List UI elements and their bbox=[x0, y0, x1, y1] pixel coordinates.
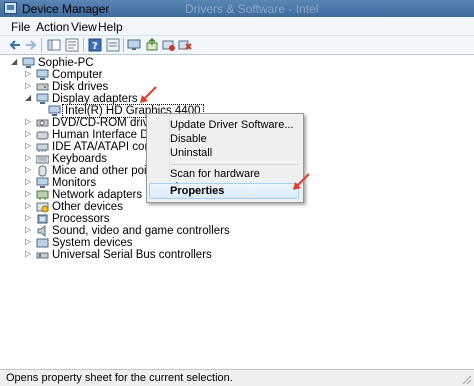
collapse-triangle-icon[interactable]: ◢ bbox=[11, 58, 19, 66]
annotation-arrow-icon bbox=[293, 173, 310, 190]
tree-item-label: Other devices bbox=[52, 201, 123, 213]
processor-icon bbox=[37, 214, 48, 224]
ide-controller-icon bbox=[36, 143, 49, 152]
sound-icon bbox=[37, 225, 46, 237]
status-bar: Opens property sheet for the current sel… bbox=[0, 369, 474, 386]
display-adapter-icon bbox=[48, 105, 61, 116]
tree-item-label: DVD/CD-ROM drives bbox=[52, 117, 161, 129]
other-devices-icon bbox=[36, 202, 49, 213]
menu-bar: File Action View Help bbox=[0, 17, 474, 36]
status-text: Opens property sheet for the current sel… bbox=[6, 372, 233, 384]
toolbar-separator bbox=[41, 38, 42, 52]
tree-item-label: Network adapters bbox=[52, 189, 143, 201]
help-icon[interactable]: ? bbox=[88, 38, 102, 52]
menu-item-disable[interactable]: Disable bbox=[170, 133, 207, 146]
update-driver-icon[interactable] bbox=[145, 38, 159, 52]
tree-item-label: Disk drives bbox=[52, 81, 109, 93]
disk-drive-icon bbox=[36, 83, 49, 91]
expand-triangle-icon[interactable]: ▷ bbox=[25, 130, 33, 138]
computer-icon bbox=[22, 57, 35, 68]
device-tree: ◢ Sophie-PC ▷ Computer ▷ Disk drives ◢ D… bbox=[0, 55, 474, 369]
expand-triangle-icon[interactable]: ▷ bbox=[25, 214, 33, 222]
resize-grip-icon[interactable] bbox=[460, 373, 472, 385]
display-adapter-icon bbox=[36, 93, 49, 104]
menu-separator bbox=[171, 164, 299, 165]
context-menu: Update Driver Software... Disable Uninst… bbox=[146, 113, 304, 203]
uninstall-icon[interactable] bbox=[178, 38, 192, 52]
tree-item-label: Universal Serial Bus controllers bbox=[52, 249, 212, 261]
expand-triangle-icon[interactable]: ▷ bbox=[25, 70, 33, 78]
view-icon[interactable] bbox=[106, 38, 120, 52]
properties-icon[interactable] bbox=[65, 38, 79, 52]
expand-triangle-icon[interactable]: ▷ bbox=[25, 82, 33, 90]
menu-item-scan[interactable]: Scan for hardware changes bbox=[170, 168, 303, 193]
hid-icon bbox=[36, 131, 49, 140]
network-adapter-icon bbox=[36, 190, 49, 200]
expand-triangle-icon[interactable]: ▷ bbox=[25, 250, 33, 258]
background-window-title: Drivers & Software - Intel bbox=[185, 2, 319, 16]
expand-triangle-icon[interactable]: ▷ bbox=[25, 118, 33, 126]
system-devices-icon bbox=[36, 238, 49, 248]
forward-arrow-icon[interactable] bbox=[24, 38, 38, 52]
tree-item-label: Keyboards bbox=[52, 153, 107, 165]
expand-triangle-icon[interactable]: ▷ bbox=[25, 190, 33, 198]
monitor-icon bbox=[36, 177, 49, 188]
keyboard-icon bbox=[36, 155, 49, 164]
toolbar-separator bbox=[83, 38, 84, 52]
tree-root-label: Sophie-PC bbox=[38, 57, 94, 69]
menu-action[interactable]: Action bbox=[36, 20, 69, 34]
toolbar-separator bbox=[123, 38, 124, 52]
disable-icon[interactable] bbox=[162, 38, 176, 52]
toolbar: ? bbox=[0, 36, 474, 55]
usb-icon bbox=[36, 252, 49, 259]
expand-triangle-icon[interactable]: ▷ bbox=[25, 166, 33, 174]
computer-icon bbox=[36, 69, 49, 80]
tree-item-label: Processors bbox=[52, 213, 110, 225]
tree-item-label: System devices bbox=[52, 237, 133, 249]
expand-triangle-icon[interactable]: ▷ bbox=[25, 178, 33, 186]
menu-file[interactable]: File bbox=[11, 20, 30, 34]
expand-triangle-icon[interactable]: ▷ bbox=[25, 238, 33, 246]
expand-triangle-icon[interactable]: ▷ bbox=[25, 142, 33, 150]
menu-item-properties[interactable]: Properties bbox=[170, 185, 224, 198]
menu-item-uninstall[interactable]: Uninstall bbox=[170, 147, 212, 160]
tree-item-label: Sound, video and game controllers bbox=[52, 225, 230, 237]
expand-triangle-icon[interactable]: ▷ bbox=[25, 154, 33, 162]
title-bar: Device Manager Drivers & Software - Inte… bbox=[0, 0, 474, 17]
tree-item-label: Computer bbox=[52, 69, 103, 81]
collapse-triangle-icon[interactable]: ◢ bbox=[25, 94, 33, 102]
menu-item-update-driver[interactable]: Update Driver Software... bbox=[170, 119, 294, 132]
back-arrow-icon[interactable] bbox=[8, 38, 22, 52]
menu-help[interactable]: Help bbox=[98, 20, 123, 34]
mouse-icon bbox=[38, 165, 47, 177]
tree-item-label: Monitors bbox=[52, 177, 97, 189]
tree-view-icon[interactable] bbox=[47, 38, 61, 52]
window-title: Device Manager bbox=[22, 2, 110, 16]
dvd-drive-icon bbox=[36, 119, 49, 127]
device-manager-icon bbox=[4, 2, 17, 14]
menu-view[interactable]: View bbox=[71, 20, 97, 34]
monitor-icon[interactable] bbox=[127, 38, 141, 52]
annotation-arrow-icon bbox=[140, 86, 157, 103]
expand-triangle-icon[interactable]: ▷ bbox=[25, 226, 33, 234]
svg-text:?: ? bbox=[92, 41, 98, 52]
expand-triangle-icon[interactable]: ▷ bbox=[25, 202, 33, 210]
